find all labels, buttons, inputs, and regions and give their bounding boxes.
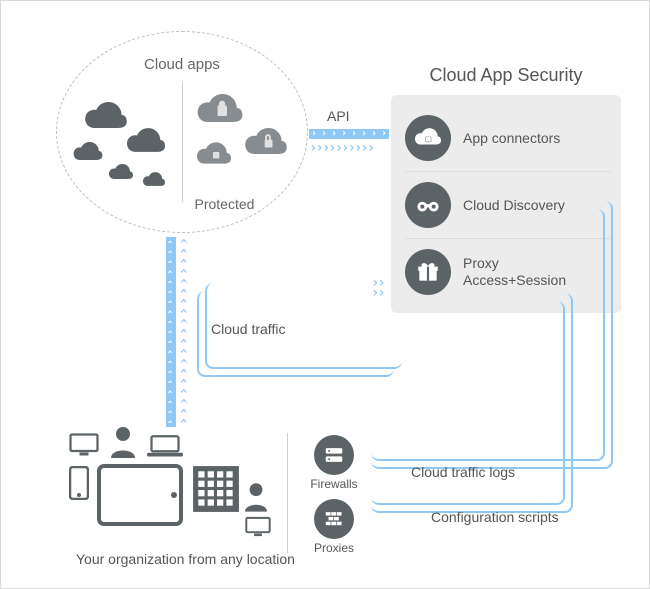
flow-label-api: API [327, 108, 350, 124]
cloud-icon [73, 142, 103, 160]
cloud-lock-icon [197, 94, 243, 122]
laptop-icon [147, 434, 183, 458]
cloud-apps-title: Cloud apps [57, 56, 307, 73]
flow-api-arrow: ›››››››››› [309, 143, 373, 153]
flow-cloud-traffic-arrow: ››››››››››››››››››› [181, 237, 187, 427]
cloud-icon [109, 164, 133, 179]
flow-config-pipe [371, 301, 565, 505]
user-icon [245, 482, 267, 512]
cloud-lock-icon [405, 115, 451, 161]
proxy-icon [314, 499, 354, 539]
monitor-icon [245, 516, 271, 538]
flow-label-configuration-scripts: Configuration scripts [431, 509, 559, 525]
infra-proxies: Proxies [299, 499, 369, 555]
cloud-icon [85, 102, 127, 128]
organization-label: Your organization from any location [76, 551, 295, 567]
cas-row-app-connectors: App connectors [405, 105, 611, 172]
infra-proxies-label: Proxies [314, 541, 354, 555]
user-icon [111, 426, 135, 458]
monitor-icon [69, 432, 99, 458]
cloud-icon [143, 172, 165, 186]
organization-region [69, 426, 274, 546]
infra-separator [287, 433, 288, 553]
cas-title: Cloud App Security [391, 65, 621, 86]
infra-firewalls-label: Firewalls [310, 477, 357, 491]
flow-cloud-traffic-arrow: ››››››››››››››››››› [166, 237, 176, 427]
cloud-apps-protected-label: Protected [195, 196, 255, 212]
phone-icon [69, 466, 89, 500]
infra-firewalls: Firewalls [299, 435, 369, 491]
cloud-apps-region: Cloud apps Protected [56, 31, 308, 233]
cloud-apps-divider [182, 82, 183, 202]
cloud-icon [127, 128, 165, 152]
flow-api-arrow: ›››››››› [309, 129, 389, 139]
cloud-lock-icon [197, 142, 231, 164]
infra-region: Firewalls Proxies [299, 435, 369, 563]
firewall-icon [314, 435, 354, 475]
tablet-icon [97, 464, 183, 526]
cloud-lock-icon [245, 128, 287, 154]
cas-label-app-connectors: App connectors [463, 130, 560, 147]
building-icon [191, 464, 241, 514]
